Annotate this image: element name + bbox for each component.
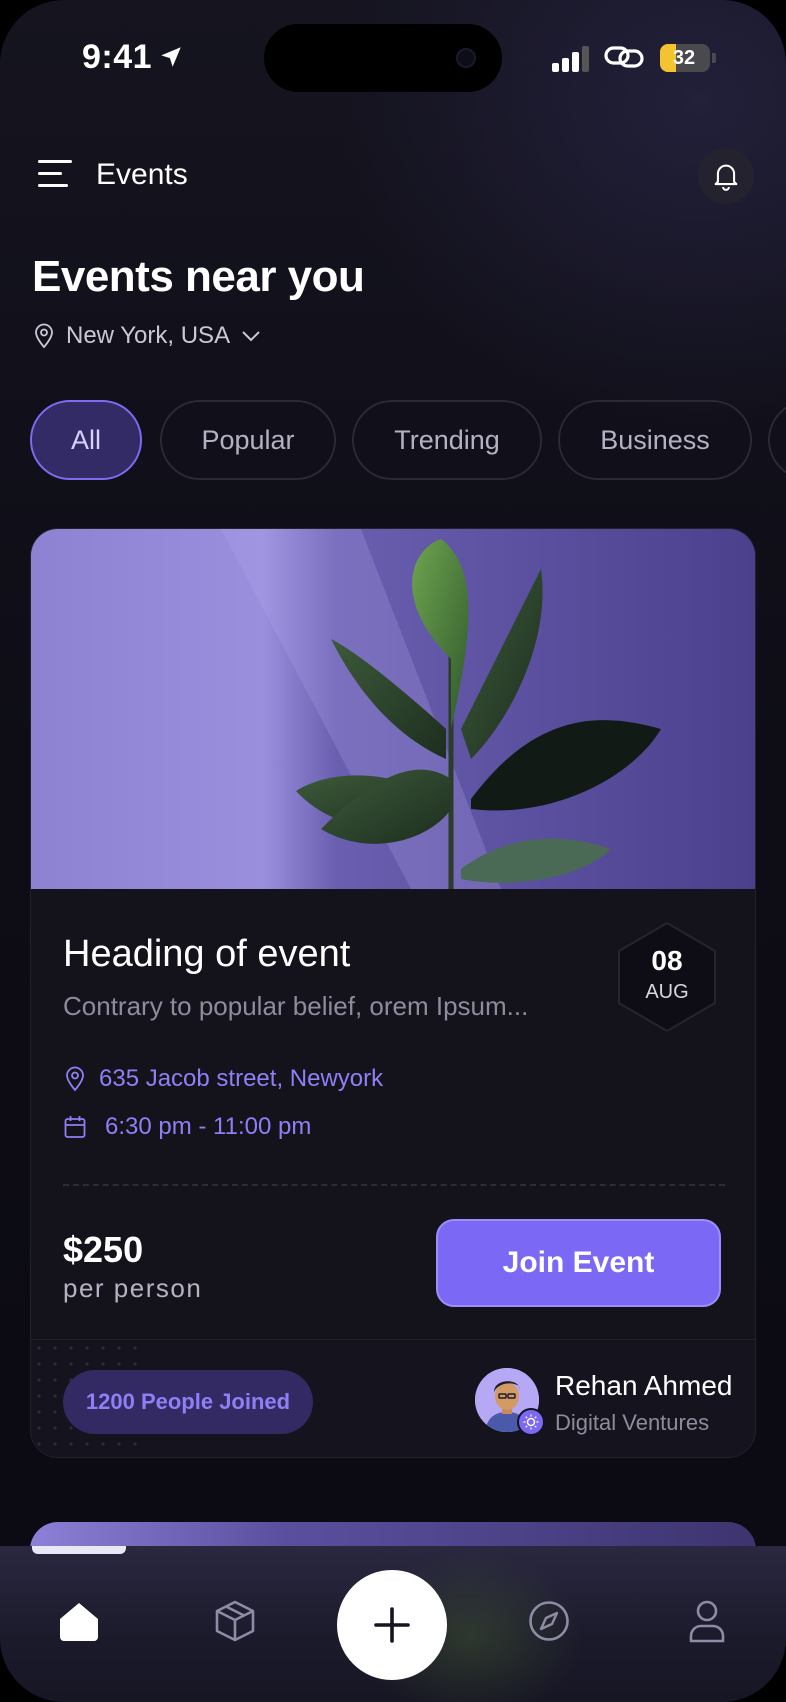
page-title: Events near you — [32, 252, 365, 301]
chevron-down-icon — [242, 331, 260, 342]
tab-profile[interactable] — [680, 1594, 734, 1648]
event-heading: Heading of event — [63, 933, 351, 975]
status-time: 9:41 — [82, 38, 153, 76]
filter-chip-more[interactable] — [768, 400, 786, 480]
tab-packages[interactable] — [208, 1594, 262, 1648]
menu-icon[interactable] — [36, 156, 76, 192]
calendar-icon — [64, 1116, 86, 1138]
location-arrow-icon — [161, 47, 181, 67]
scroll-indicator — [32, 1546, 126, 1554]
date-day: 08 — [651, 945, 683, 976]
event-time: 6:30 pm - 11:00 pm — [105, 1113, 312, 1140]
battery-icon: 32 — [660, 44, 710, 72]
status-bar: 9:41 32 — [0, 0, 786, 120]
event-time-row: 6:30 pm - 11:00 pm — [63, 1113, 311, 1141]
join-event-button[interactable]: Join Event — [436, 1219, 721, 1307]
card-footer: 1200 People Joined Rehan Ahmed Digital V… — [31, 1339, 755, 1457]
battery-percent: 32 — [672, 47, 696, 69]
location-selector[interactable]: New York, USA — [32, 322, 262, 350]
dynamic-island — [264, 24, 502, 92]
tab-explore[interactable] — [522, 1594, 576, 1648]
date-badge: 08 AUG — [615, 921, 719, 1033]
people-joined-badge: 1200 People Joined — [63, 1370, 313, 1434]
app-title: Events — [96, 158, 188, 191]
home-icon — [60, 1603, 98, 1641]
event-address: 635 Jacob street, Newyork — [99, 1065, 384, 1092]
map-pin-icon — [35, 323, 53, 349]
dashed-divider — [63, 1184, 725, 1186]
host-company: Digital Ventures — [555, 1410, 710, 1435]
map-pin-icon — [66, 1066, 84, 1092]
event-address-row: 635 Jacob street, Newyork — [63, 1065, 383, 1093]
cellular-signal-icon — [552, 44, 592, 72]
host-name: Rehan Ahmed — [555, 1370, 733, 1401]
phone-screen: 9:41 32 Events Events near you New York,… — [0, 0, 786, 1702]
filter-chip-popular[interactable]: Popular — [160, 400, 336, 480]
filter-chip-trending[interactable]: Trending — [352, 400, 542, 480]
notifications-button[interactable] — [698, 148, 754, 204]
profile-icon — [689, 1600, 725, 1643]
filter-chips: All Popular Trending Business — [30, 400, 786, 480]
plus-icon — [374, 1607, 410, 1643]
compass-icon — [529, 1601, 569, 1641]
verified-badge-icon — [517, 1408, 545, 1436]
event-description: Contrary to popular belief, orem Ipsum..… — [63, 991, 529, 1021]
box-icon — [215, 1600, 255, 1642]
price-unit: per person — [63, 1273, 203, 1303]
filter-chip-all[interactable]: All — [30, 400, 142, 480]
event-image — [31, 529, 755, 889]
bottom-tab-bar — [0, 1546, 786, 1702]
tab-home[interactable] — [52, 1594, 106, 1648]
event-price: $250 — [63, 1229, 144, 1270]
filter-chip-business[interactable]: Business — [558, 400, 752, 480]
link-icon — [604, 46, 644, 68]
event-card[interactable]: Heading of event Contrary to popular bel… — [30, 528, 756, 1458]
add-button[interactable] — [337, 1570, 447, 1680]
bell-icon — [714, 164, 738, 191]
date-month: AUG — [645, 981, 689, 1003]
location-label: New York, USA — [66, 322, 231, 349]
